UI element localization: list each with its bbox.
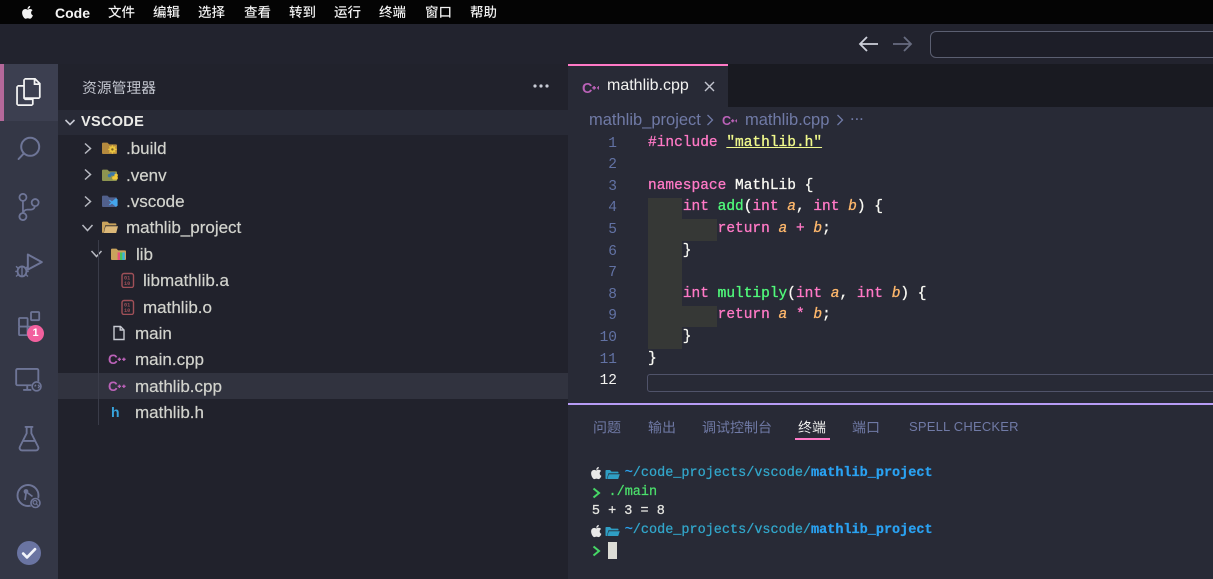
svg-text:C: C	[582, 81, 592, 96]
svg-text:C: C	[108, 379, 118, 394]
svg-text:C: C	[722, 114, 731, 128]
svg-text:C: C	[108, 352, 118, 367]
svg-text:10: 10	[124, 281, 130, 287]
svg-text:h: h	[111, 404, 120, 420]
svg-text:10: 10	[124, 308, 130, 314]
